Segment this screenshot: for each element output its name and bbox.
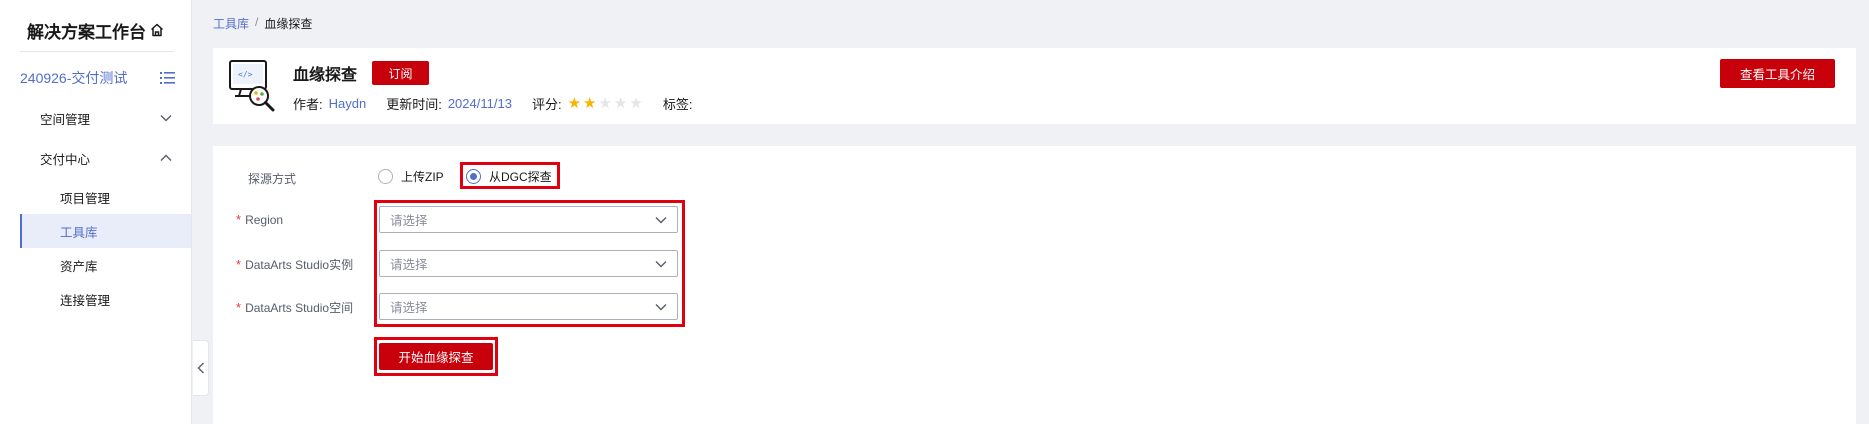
tags-label: 标签: [662, 97, 693, 112]
divider [20, 51, 174, 52]
required-mark: * [236, 300, 242, 315]
list-icon[interactable] [160, 71, 176, 85]
nav-group-space-management[interactable]: 空间管理 [40, 107, 172, 129]
view-tool-intro-button[interactable]: 查看工具介绍 [1720, 59, 1835, 88]
star-empty-icon: ★ [629, 95, 643, 112]
author-label: 作者: [293, 97, 323, 112]
start-lineage-button[interactable]: 开始血缘探查 [379, 343, 493, 370]
author-value[interactable]: Haydn [329, 96, 367, 111]
chevron-down-icon [655, 260, 667, 267]
star-filled-icon: ★ [567, 95, 582, 112]
select-placeholder: 请选择 [390, 301, 428, 315]
rating-stars: ★ ★ ★ ★ ★ [568, 96, 643, 111]
updated-value: 2024/11/13 [447, 96, 512, 111]
star-empty-icon: ★ [598, 95, 612, 112]
radio-upload-zip[interactable]: 上传ZIP [378, 168, 444, 185]
region-label: * Region [236, 212, 283, 227]
sidebar-item-label: 资产库 [60, 259, 98, 274]
sidebar-item-label: 项目管理 [60, 191, 111, 206]
workspace-label: * DataArts Studio空间 [236, 299, 353, 316]
radio-circle [378, 169, 393, 184]
chevron-up-icon [160, 154, 172, 161]
region-select[interactable]: 请选择 [379, 206, 678, 233]
svg-text:</>: </> [238, 70, 253, 79]
breadcrumb-current: 血缘探查 [264, 17, 313, 31]
nav-group-label: 空间管理 [40, 112, 91, 127]
workspace-select[interactable]: 请选择 [379, 293, 678, 320]
lineage-tool-icon: </> [229, 60, 275, 112]
workspace-label-text: DataArts Studio空间 [245, 301, 354, 315]
radio-label: 从DGC探查 [489, 170, 552, 184]
workspace-name: 240926-交付测试 [20, 70, 128, 86]
chevron-down-icon [160, 115, 172, 122]
instance-label: * DataArts Studio实例 [236, 256, 353, 273]
updated-label: 更新时间: [386, 97, 442, 112]
workspace-selector[interactable]: 240926-交付测试 [20, 66, 176, 90]
tool-header-card: </> 血缘探查 订阅 作者: Haydn 更新时间: 2024/11/13 评… [213, 48, 1856, 124]
breadcrumb: 工具库 / 血缘探查 [213, 15, 312, 32]
instance-select[interactable]: 请选择 [379, 250, 678, 277]
chevron-down-icon [655, 216, 667, 223]
select-placeholder: 请选择 [390, 214, 428, 228]
radio-from-dgc[interactable]: 从DGC探查 [466, 168, 552, 185]
home-icon[interactable] [149, 22, 165, 38]
tool-title: 血缘探查 [293, 67, 358, 84]
sidebar-item-assets[interactable]: 资产库 [20, 248, 191, 282]
required-mark: * [236, 257, 242, 272]
breadcrumb-link-toolbox[interactable]: 工具库 [213, 15, 249, 32]
rating-label: 评分: [531, 97, 562, 112]
brand[interactable]: 解决方案工作台 [0, 10, 192, 50]
sidebar-item-toolbox[interactable]: 工具库 [20, 214, 191, 248]
radio-circle-checked [466, 169, 481, 184]
instance-label-text: DataArts Studio实例 [245, 258, 354, 272]
nav-group-label: 交付中心 [40, 152, 91, 167]
star-empty-icon: ★ [613, 95, 628, 112]
subscribe-button[interactable]: 订阅 [372, 61, 429, 85]
lineage-form-card: 探源方式 上传ZIP 从DGC探查 * Region 请选择 * DataArts … [213, 146, 1856, 424]
chevron-left-icon [197, 362, 204, 374]
region-label-text: Region [245, 213, 284, 227]
nav-group-delivery-center[interactable]: 交付中心 [40, 147, 172, 169]
sidebar-item-connections[interactable]: 连接管理 [20, 282, 191, 316]
star-filled-icon: ★ [583, 95, 597, 112]
chevron-down-icon [655, 303, 667, 310]
sidebar-item-label: 工具库 [60, 225, 98, 240]
radio-label: 上传ZIP [401, 170, 444, 184]
breadcrumb-separator: / [255, 15, 259, 29]
tool-meta: 作者: Haydn 更新时间: 2024/11/13 评分: ★ ★ ★ ★ ★ 标签: [293, 94, 692, 113]
select-placeholder: 请选择 [390, 258, 428, 272]
sidebar: 解决方案工作台 240926-交付测试 空间管理 交付中心 项目管理 工具库 资… [0, 0, 192, 424]
required-mark: * [236, 212, 242, 227]
sidebar-item-label: 连接管理 [60, 293, 111, 308]
brand-title: 解决方案工作台 [27, 22, 146, 42]
source-method-label: 探源方式 [248, 172, 297, 186]
sidebar-item-projects[interactable]: 项目管理 [20, 180, 191, 214]
sidebar-collapse-button[interactable] [193, 340, 209, 396]
